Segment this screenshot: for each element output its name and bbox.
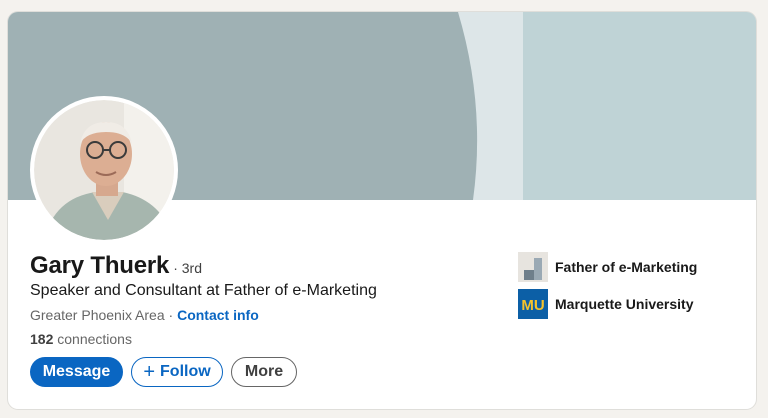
school-name: Marquette University xyxy=(555,296,694,312)
message-button[interactable]: Message xyxy=(30,357,123,387)
contact-info-link[interactable]: Contact info xyxy=(177,307,259,323)
connections-number: 182 xyxy=(30,331,54,347)
connections-count[interactable]: 182 connections xyxy=(30,331,132,347)
follow-label: Follow xyxy=(160,363,211,380)
company-logo-icon xyxy=(518,252,548,282)
name-row: Gary Thuerk · 3rd xyxy=(30,252,202,280)
profile-card: Gary Thuerk · 3rd Speaker and Consultant… xyxy=(8,12,756,409)
connection-degree: · 3rd xyxy=(173,260,202,276)
location-separator: · xyxy=(168,307,174,323)
profile-location: Greater Phoenix Area xyxy=(30,307,165,323)
school-logo-icon: MU xyxy=(518,289,548,319)
education-school[interactable]: MU Marquette University xyxy=(518,289,693,319)
follow-button[interactable]: + Follow xyxy=(131,357,223,387)
profile-actions: Message + Follow More xyxy=(30,357,297,387)
profile-avatar[interactable] xyxy=(30,96,178,244)
plus-icon: + xyxy=(143,361,156,383)
profile-headline: Speaker and Consultant at Father of e-Ma… xyxy=(30,282,377,299)
location-row: Greater Phoenix Area · Contact info xyxy=(30,307,259,323)
connections-label: connections xyxy=(57,331,132,347)
current-company[interactable]: Father of e-Marketing xyxy=(518,252,697,282)
more-button[interactable]: More xyxy=(231,357,297,387)
company-name: Father of e-Marketing xyxy=(555,259,698,275)
school-logo-text: MU xyxy=(521,297,544,314)
profile-name: Gary Thuerk xyxy=(30,252,170,279)
